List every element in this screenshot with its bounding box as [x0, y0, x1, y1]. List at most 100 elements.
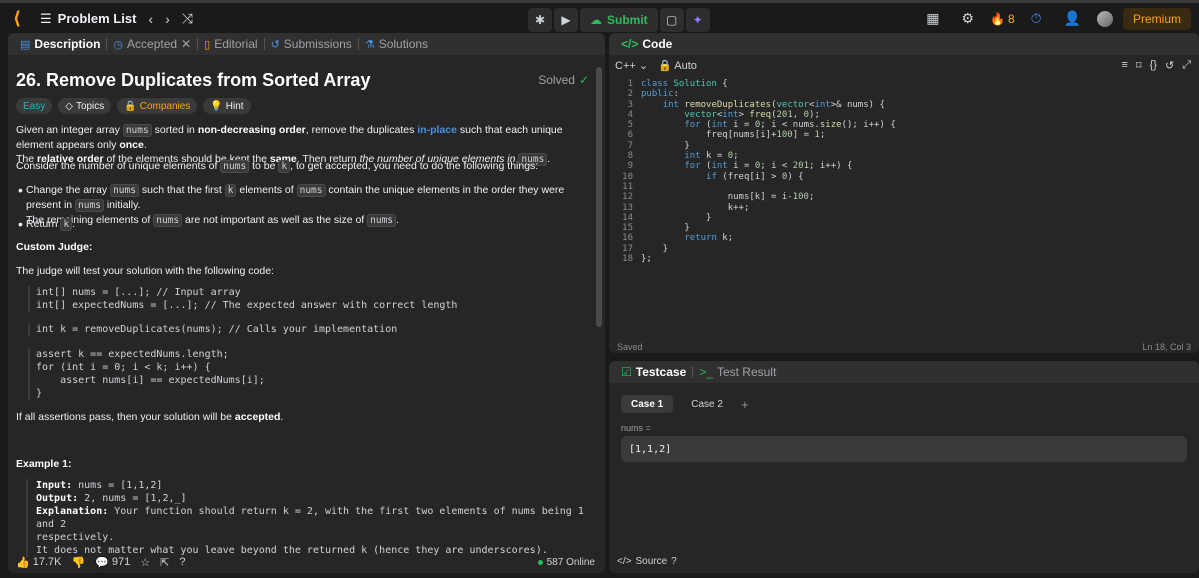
- format-icon[interactable]: ≡: [1122, 59, 1128, 72]
- close-icon[interactable]: ✕: [181, 37, 191, 51]
- line-number: 7: [627, 140, 633, 151]
- line-number: 13: [622, 202, 633, 213]
- code-line[interactable]: 15 }: [609, 223, 1199, 233]
- debug-button[interactable]: ✱: [528, 8, 552, 32]
- line-number: 10: [622, 171, 633, 182]
- add-case-button[interactable]: +: [741, 397, 749, 412]
- code-line[interactable]: 3 int removeDuplicates(vector<int>& nums…: [609, 100, 1199, 110]
- ai-button[interactable]: ✦: [685, 8, 710, 32]
- tab-test-result[interactable]: >_ Test Result: [693, 361, 782, 383]
- page-title[interactable]: 26. Remove Duplicates from Sorted Array: [16, 70, 370, 91]
- prev-problem-icon[interactable]: ‹: [142, 11, 159, 27]
- code-line[interactable]: 7 }: [609, 141, 1199, 151]
- text-span: initially.: [103, 199, 141, 211]
- code-text: return k;: [684, 233, 734, 244]
- code-line[interactable]: 8 int k = 0;: [609, 151, 1199, 161]
- variable-input[interactable]: [1,1,2]: [621, 436, 1187, 462]
- comments-button[interactable]: 💬 971: [95, 556, 130, 569]
- case-2-tab[interactable]: Case 2: [681, 395, 733, 413]
- cloud-upload-icon: ☁: [590, 13, 602, 27]
- code-icon: </>: [621, 37, 639, 51]
- testcase-panel: ☑ Testcase >_ Test Result Case 1 Case 2 …: [609, 361, 1199, 573]
- book-icon: ▯: [204, 38, 211, 51]
- code-line[interactable]: 4 vector<int> freq(201, 0);: [609, 110, 1199, 120]
- saved-status: Saved: [617, 342, 643, 352]
- bookmark-icon[interactable]: ⌑: [1136, 59, 1142, 72]
- topics-pill[interactable]: ◇ Topics: [58, 98, 112, 114]
- case-1-tab[interactable]: Case 1: [621, 395, 674, 413]
- language-select[interactable]: C++ ⌄: [615, 59, 648, 72]
- run-button[interactable]: ▶: [554, 8, 578, 32]
- code-line[interactable]: 9 for (int i = 0; i < 201; i++) {: [609, 161, 1199, 171]
- inline-code: nums: [122, 124, 152, 137]
- companies-pill[interactable]: 🔒 Companies: [117, 98, 198, 114]
- tab-testcase[interactable]: ☑ Testcase: [615, 361, 692, 383]
- code-text: k++;: [641, 202, 750, 213]
- star-icon[interactable]: ☆: [140, 556, 150, 569]
- add-user-icon[interactable]: 👤: [1058, 10, 1087, 27]
- auto-label: Auto: [674, 59, 697, 72]
- submit-button[interactable]: ☁ Submit: [580, 8, 658, 32]
- code-line[interactable]: 2 public:: [609, 89, 1199, 99]
- code-editor[interactable]: 1 class Solution {2 public: 3 int removeDup…: [609, 79, 1199, 264]
- inline-code: k: [278, 160, 291, 173]
- line-number: 16: [622, 233, 633, 244]
- auto-mode[interactable]: 🔒 Auto: [658, 59, 697, 72]
- explanation-value: Your function should return k = 2, with …: [36, 506, 584, 530]
- tab-editorial[interactable]: ▯ Editorial: [198, 33, 263, 55]
- code-line[interactable]: 6 freq[nums[i]+100] = 1;: [609, 130, 1199, 140]
- play-icon: ▶: [561, 13, 571, 27]
- like-button[interactable]: 👍 17.7K: [16, 556, 61, 569]
- avatar[interactable]: [1096, 10, 1113, 27]
- reset-icon[interactable]: ↺: [1165, 59, 1174, 72]
- shuffle-icon[interactable]: ⤨: [176, 10, 199, 27]
- inline-code: nums: [110, 184, 139, 197]
- leetcode-logo-icon[interactable]: ⟨: [0, 8, 34, 29]
- text-span: Return: [26, 218, 61, 230]
- gear-icon[interactable]: ⚙: [955, 10, 980, 27]
- premium-button[interactable]: Premium: [1122, 7, 1191, 30]
- expand-icon[interactable]: ⤢: [1182, 59, 1191, 72]
- code-line[interactable]: 12 nums[k] = i-100;: [609, 192, 1199, 202]
- description-tabbar: ▤ Description ◷ Accepted ✕ ▯ Editorial ↺…: [8, 33, 605, 55]
- code-line[interactable]: 1 class Solution {: [609, 79, 1199, 89]
- scroll-thumb[interactable]: [596, 67, 602, 327]
- hint-pill[interactable]: 💡 Hint: [203, 98, 251, 114]
- problem-list-button[interactable]: ☰ Problem List: [34, 11, 142, 27]
- tab-submissions[interactable]: ↺ Submissions: [265, 33, 358, 55]
- help-icon[interactable]: ?: [179, 556, 185, 568]
- tab-editorial-label: Editorial: [214, 37, 258, 51]
- judge-code-block-2: int k = removeDuplicates(nums); // Calls…: [28, 323, 397, 336]
- share-icon[interactable]: ⇱: [160, 556, 169, 569]
- tab-solutions[interactable]: ⚗ Solutions: [359, 33, 434, 55]
- tab-accepted-label: Accepted: [127, 37, 178, 51]
- braces-icon[interactable]: {}: [1150, 59, 1157, 72]
- cursor-position: Ln 18, Col 3: [1142, 342, 1191, 352]
- in-place-link[interactable]: in-place: [417, 124, 457, 136]
- code-line[interactable]: 5 for (int i = 0; i < nums.size(); i++) …: [609, 120, 1199, 130]
- dislike-icon[interactable]: 👎: [71, 556, 85, 569]
- code-line[interactable]: 18};: [609, 254, 1199, 264]
- code-line[interactable]: 14 }: [609, 213, 1199, 223]
- tab-accepted[interactable]: ◷ Accepted ✕: [107, 33, 197, 55]
- notes-button[interactable]: ▢: [659, 8, 684, 32]
- text-span: .: [143, 139, 147, 151]
- tab-code[interactable]: </> Code: [615, 33, 678, 55]
- tab-description[interactable]: ▤ Description: [14, 33, 106, 55]
- code-tabbar: </> Code: [609, 33, 1199, 55]
- code-line[interactable]: 13 k++;: [609, 203, 1199, 213]
- accepted-text: If all assertions pass, then your soluti…: [16, 410, 591, 424]
- line-number: 14: [622, 212, 633, 223]
- tag-pills: Easy ◇ Topics 🔒 Companies 💡 Hint: [16, 98, 251, 114]
- streak-counter[interactable]: 🔥 8: [990, 12, 1015, 26]
- code-line[interactable]: 16 return k;: [609, 233, 1199, 243]
- code-line[interactable]: 11: [609, 182, 1199, 192]
- source-link[interactable]: </> Source ?: [617, 556, 677, 567]
- code-line[interactable]: 17 }: [609, 244, 1199, 254]
- explanation-label: Explanation:: [36, 506, 109, 517]
- next-problem-icon[interactable]: ›: [159, 11, 176, 27]
- description-scrollbar[interactable]: [596, 59, 602, 545]
- layout-grid-icon[interactable]: ▦: [920, 10, 945, 27]
- code-line[interactable]: 10 if (freq[i] > 0) {: [609, 172, 1199, 182]
- timer-icon[interactable]: ⏱: [1025, 10, 1048, 27]
